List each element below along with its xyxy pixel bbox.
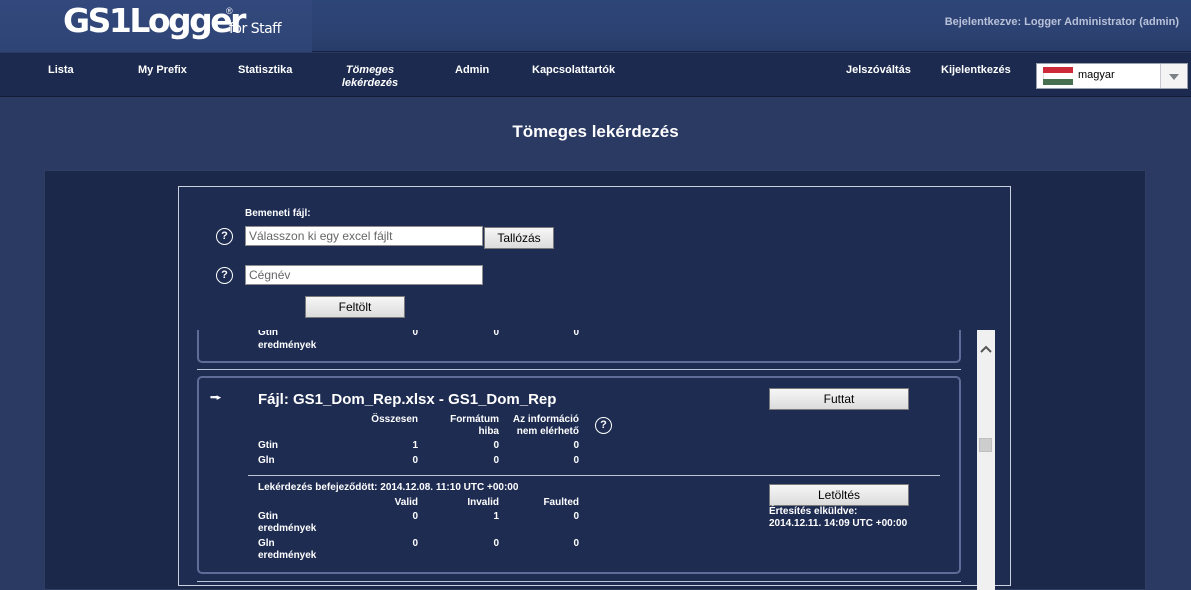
scrollbar[interactable]: [977, 330, 995, 590]
nav-item-jelszovaltas[interactable]: Jelszóváltás: [846, 64, 911, 77]
nav-item-kijelentkezes[interactable]: Kijelentkezés: [941, 64, 1011, 77]
notification-time: 2014.12.11. 14:09 UTC +00:00: [769, 518, 908, 529]
result-row-label: Gtin: [258, 330, 278, 338]
divider: [248, 475, 940, 476]
result-value: 1: [493, 511, 499, 522]
app-header: GS1Logger ® for Staff Bejelentkezve: Log…: [0, 0, 1191, 52]
notification-label: Értesítés elküldve:: [769, 506, 858, 517]
nav-item-statisztika[interactable]: Statisztika: [238, 64, 292, 77]
drag-handle-icon[interactable]: ▪▪▪▸: [210, 392, 221, 403]
download-button[interactable]: Letöltés: [769, 484, 909, 506]
result-value: 0: [412, 538, 418, 549]
file-path-input[interactable]: [245, 226, 483, 246]
divider: [197, 581, 961, 582]
column-header-format-error: Formátum: [450, 414, 499, 425]
table-cell: 0: [573, 455, 579, 466]
nav-item-kapcsolattartok[interactable]: Kapcsolattartók: [532, 64, 615, 77]
nav-item-admin[interactable]: Admin: [455, 64, 489, 77]
logged-in-user: Bejelentkezve: Logger Administrator (adm…: [944, 16, 1179, 28]
language-select[interactable]: magyar: [1036, 63, 1188, 89]
nav-item-my-prefix[interactable]: My Prefix: [138, 64, 187, 77]
scroll-up-icon[interactable]: [980, 344, 992, 354]
table-cell: 0: [573, 440, 579, 451]
result-value: 0: [412, 330, 418, 338]
help-icon[interactable]: ?: [216, 228, 233, 245]
column-header-valid: Valid: [394, 497, 418, 508]
result-value: 0: [493, 538, 499, 549]
scrollbar-thumb[interactable]: [979, 438, 992, 452]
nav-item-lista[interactable]: Lista: [48, 64, 74, 77]
result-row-label: eredmények: [258, 550, 317, 561]
input-file-label: Bemeneti fájl:: [245, 208, 311, 219]
logo[interactable]: GS1Logger ® for Staff: [0, 0, 312, 52]
column-header-total: Összesen: [371, 414, 418, 425]
table-cell: 1: [412, 440, 418, 451]
help-icon[interactable]: ?: [595, 417, 612, 434]
browse-button[interactable]: Tallózás: [484, 227, 554, 249]
result-value: 0: [493, 330, 499, 338]
upload-button[interactable]: Feltölt: [305, 296, 405, 318]
chevron-down-icon[interactable]: [1160, 64, 1187, 88]
logo-subtitle: for Staff: [229, 21, 282, 37]
result-value: 0: [573, 511, 579, 522]
query-finished-text: Lekérdezés befejeződött: 2014.12.08. 11:…: [258, 482, 519, 493]
logo-registered-mark: ®: [226, 6, 233, 16]
result-row-label: Gtin: [258, 511, 278, 522]
column-header-not-available-line2: nem elérhető: [516, 426, 579, 437]
run-button[interactable]: Futtat: [769, 388, 909, 410]
result-value: 0: [573, 538, 579, 549]
help-icon[interactable]: ?: [216, 267, 233, 284]
logo-text: GS1Logger: [63, 1, 246, 40]
job-file-title: Fájl: GS1_Dom_Rep.xlsx - GS1_Dom_Rep: [258, 391, 557, 408]
language-selected-value: magyar: [1078, 69, 1115, 81]
table-row-label: Gln: [258, 455, 275, 466]
hungarian-flag-icon: [1043, 67, 1073, 85]
table-cell: 0: [412, 455, 418, 466]
page-title: Tömeges lekérdezés: [512, 122, 679, 141]
column-header-format-error-line2: hiba: [478, 426, 499, 437]
result-value: 0: [573, 330, 579, 338]
result-value: 0: [412, 511, 418, 522]
result-row-label: Gln: [258, 538, 275, 549]
table-cell: 0: [493, 455, 499, 466]
column-header-not-available: Az információ: [512, 414, 579, 425]
company-name-input[interactable]: [245, 265, 483, 285]
result-row-label: eredmények: [258, 523, 317, 534]
result-row-label: eredmények: [258, 340, 317, 351]
table-row-label: Gtin: [258, 440, 278, 451]
main-nav: Lista My Prefix Statisztika Tömeges leké…: [0, 53, 1191, 97]
divider: [197, 369, 961, 370]
jobs-list[interactable]: Gtin eredmények 0 0 0 ▪▪▪▸ Fájl: GS1_Dom…: [180, 330, 996, 590]
table-cell: 0: [493, 440, 499, 451]
column-header-invalid: Invalid: [467, 497, 499, 508]
column-header-faulted: Faulted: [543, 497, 579, 508]
nav-item-tomeges-lekerdezes[interactable]: Tömeges lekérdezés: [334, 64, 406, 90]
